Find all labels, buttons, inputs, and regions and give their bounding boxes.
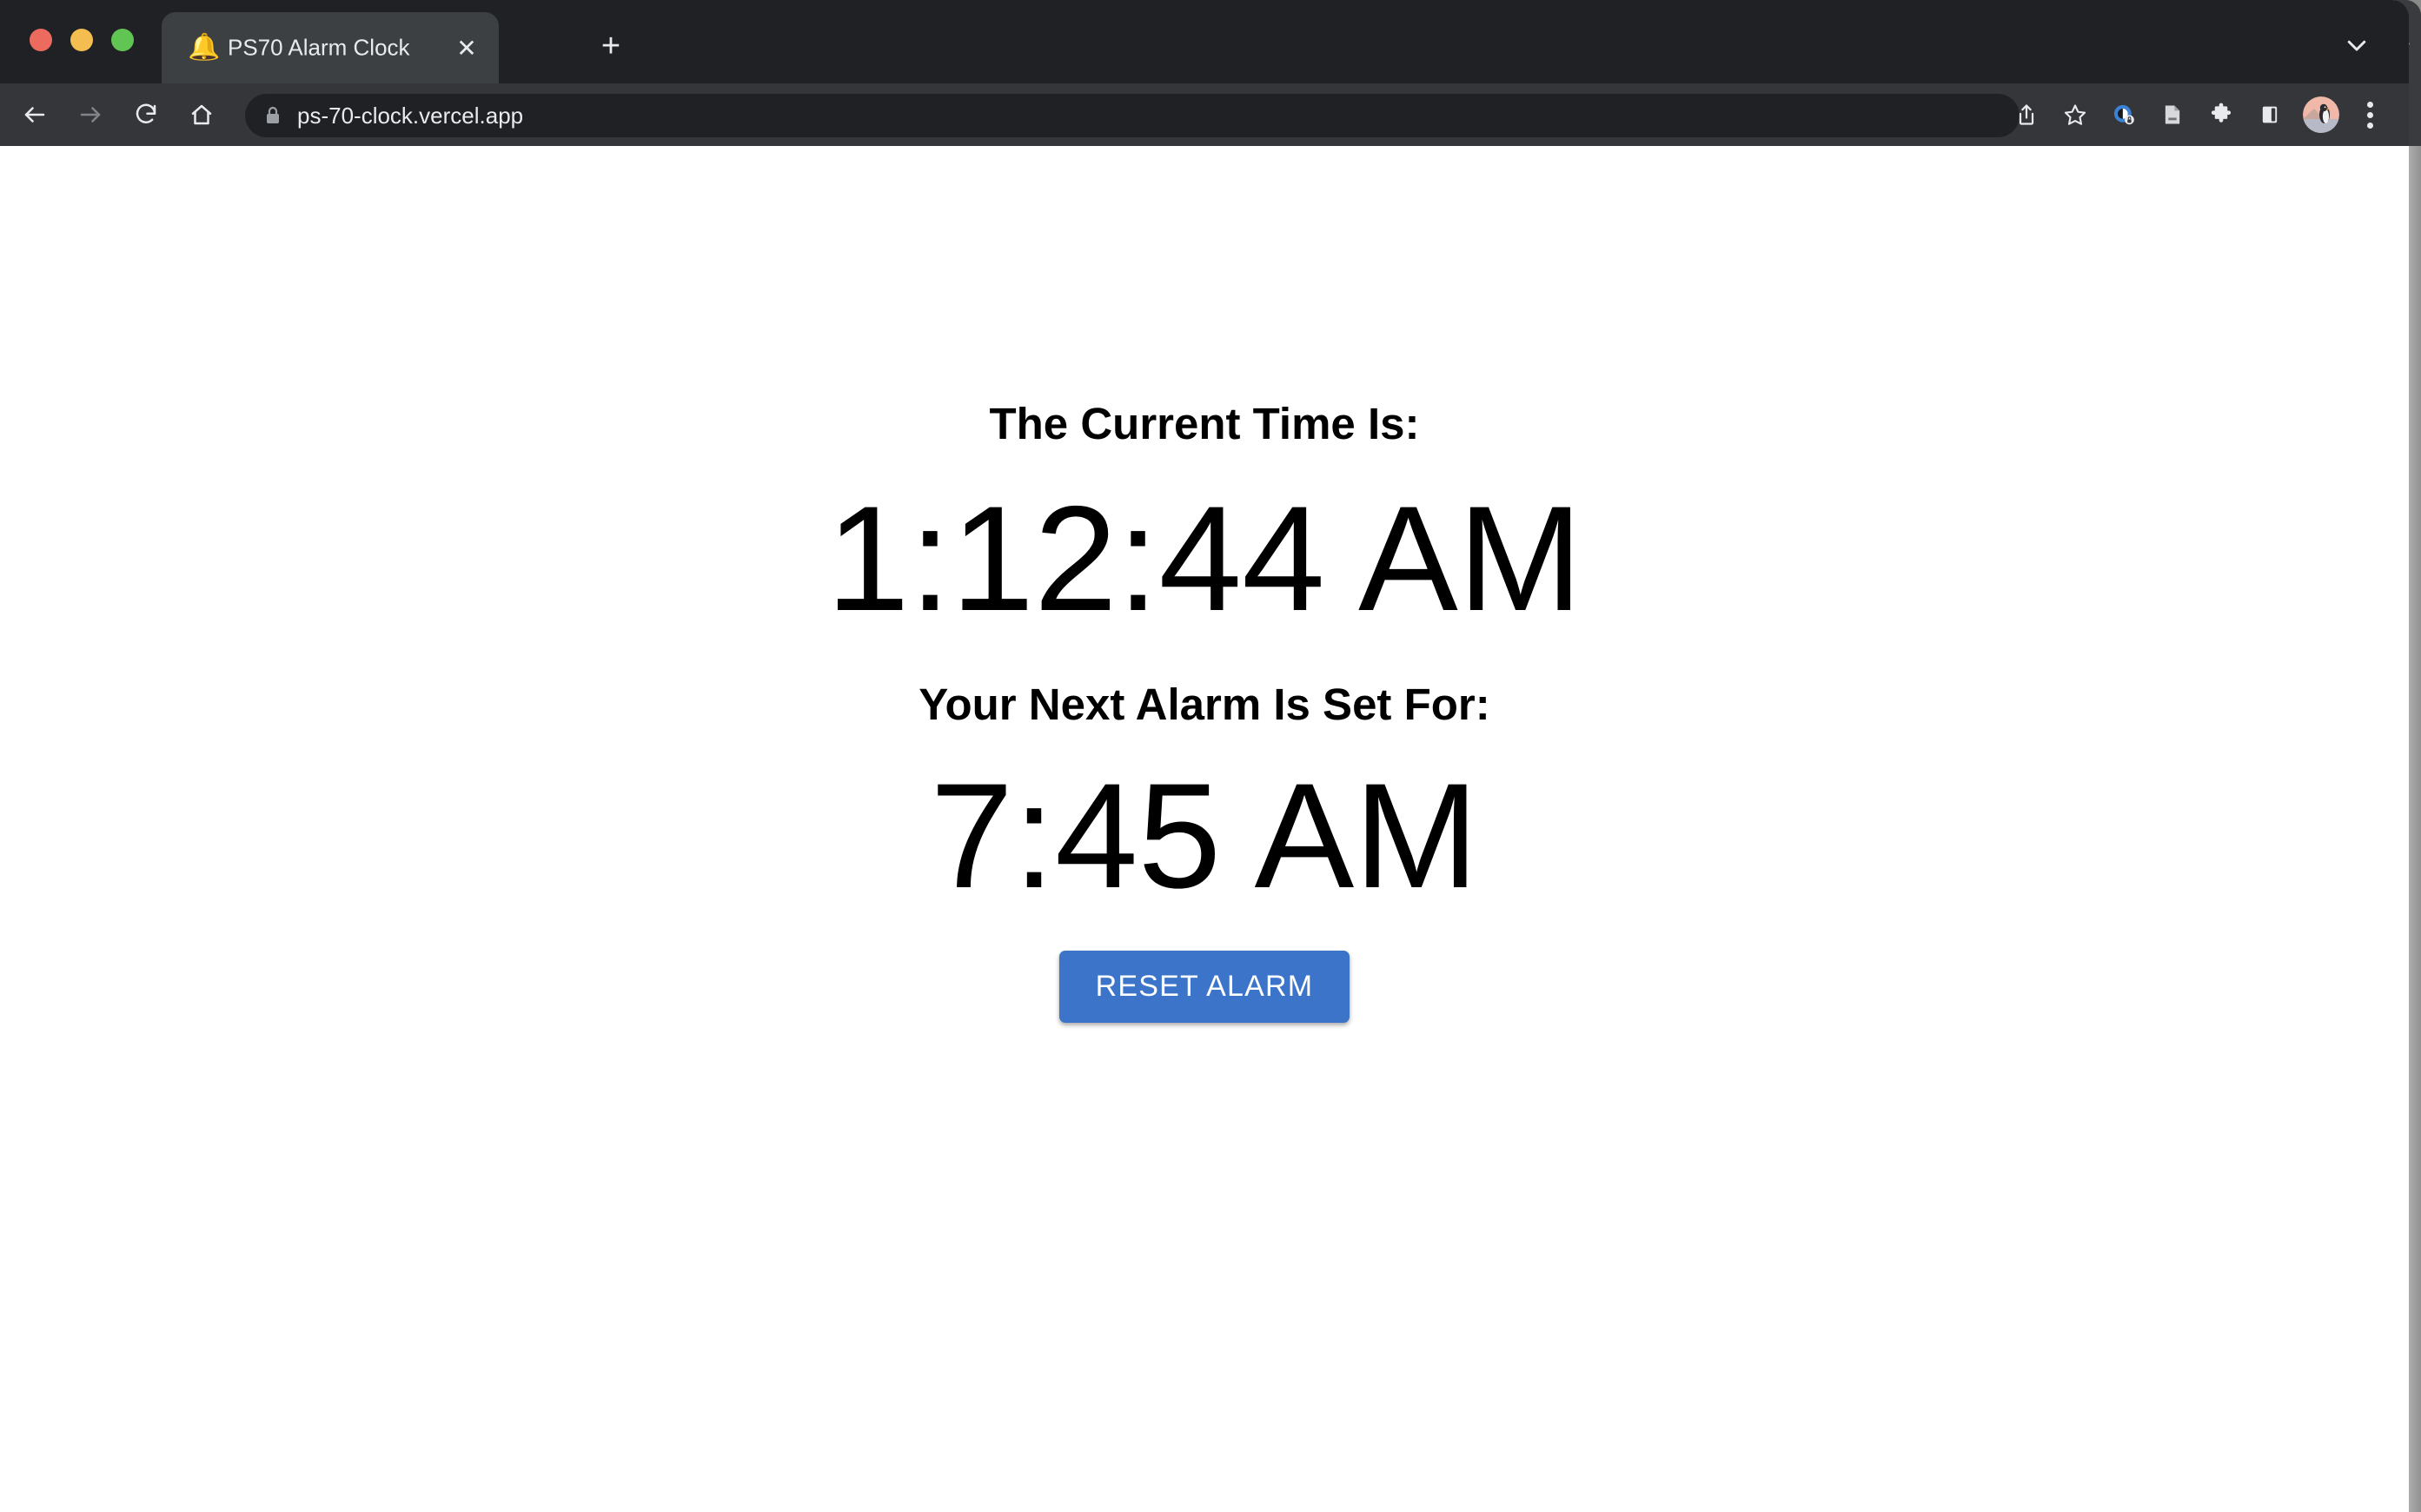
three-dot-menu-icon[interactable]	[2350, 92, 2390, 137]
lock-icon[interactable]	[264, 105, 282, 126]
alarm-heading: Your Next Alarm Is Set For:	[919, 680, 1490, 729]
maximize-window-button[interactable]	[111, 29, 134, 51]
close-window-button[interactable]	[30, 29, 52, 51]
bell-icon: 🔔	[188, 33, 221, 62]
current-time-heading: The Current Time Is:	[989, 399, 1420, 448]
privacy-extension-icon[interactable]	[2101, 92, 2146, 137]
reading-list-icon[interactable]	[2150, 92, 2195, 137]
browser-window: 🔔 PS70 Alarm Clock ✕ + ps-70-clock.verce…	[0, 0, 2409, 1512]
window-traffic-lights	[30, 29, 134, 51]
back-arrow-icon[interactable]	[14, 94, 56, 136]
minimize-window-button[interactable]	[70, 29, 93, 51]
share-icon[interactable]	[2004, 92, 2049, 137]
chevron-down-icon[interactable]	[2336, 24, 2378, 66]
side-panel-icon[interactable]	[2247, 92, 2292, 137]
profile-avatar[interactable]	[2303, 96, 2339, 133]
reset-alarm-button[interactable]: RESET ALARM	[1058, 951, 1350, 1023]
alarm-clock-app: The Current Time Is: 1:12:44 AM Your Nex…	[0, 146, 2409, 1023]
toolbar-actions	[2004, 83, 2390, 146]
extensions-puzzle-icon[interactable]	[2199, 92, 2244, 137]
tab-title: PS70 Alarm Clock	[228, 34, 410, 61]
reload-icon[interactable]	[125, 94, 167, 136]
browser-toolbar: ps-70-clock.vercel.app	[0, 83, 2409, 146]
close-tab-icon[interactable]: ✕	[450, 31, 483, 64]
tab-strip: 🔔 PS70 Alarm Clock ✕ +	[0, 0, 2409, 83]
new-tab-button[interactable]: +	[591, 26, 631, 66]
home-icon[interactable]	[181, 94, 222, 136]
current-time-value: 1:12:44 AM	[826, 475, 1583, 642]
forward-arrow-icon[interactable]	[70, 94, 111, 136]
alarm-time-value: 7:45 AM	[930, 753, 1479, 919]
address-bar[interactable]: ps-70-clock.vercel.app	[245, 94, 2020, 137]
url-text[interactable]: ps-70-clock.vercel.app	[297, 103, 523, 129]
bookmark-star-icon[interactable]	[2053, 92, 2098, 137]
browser-tab[interactable]: 🔔 PS70 Alarm Clock ✕	[162, 12, 499, 83]
web-page-viewport: The Current Time Is: 1:12:44 AM Your Nex…	[0, 146, 2409, 1512]
